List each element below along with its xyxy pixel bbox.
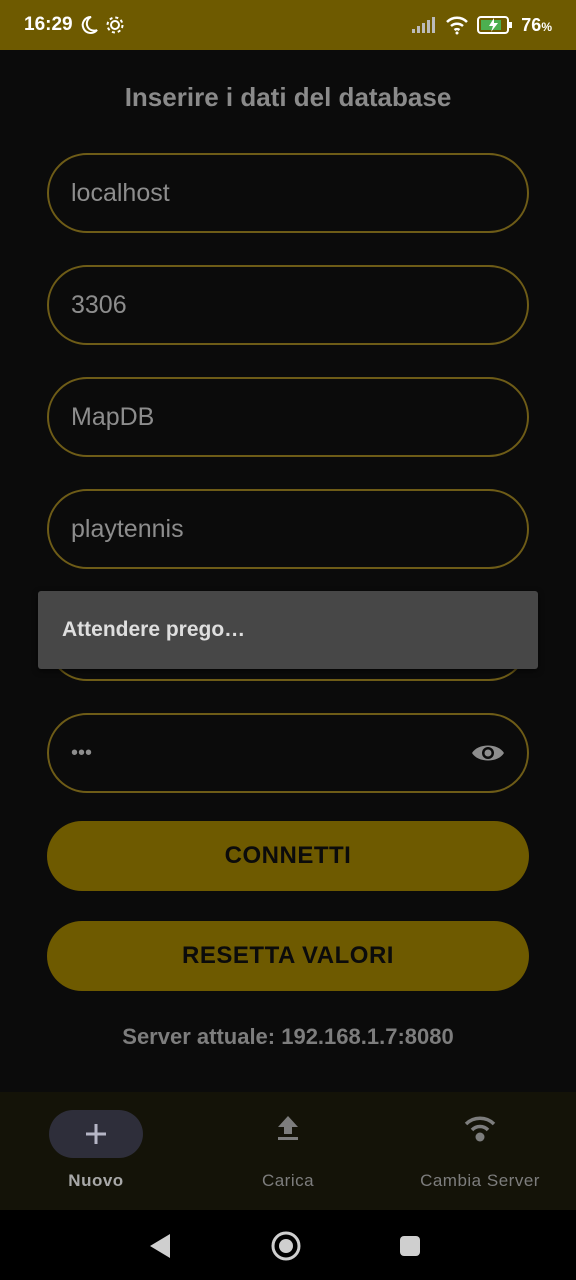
nav-label-nuovo: Nuovo bbox=[68, 1171, 124, 1190]
main-screen: Inserire i dati del database localhost 3… bbox=[0, 50, 576, 1210]
battery-level: 76% bbox=[521, 14, 552, 35]
recents-icon[interactable] bbox=[392, 1228, 428, 1264]
system-nav-bar bbox=[0, 1210, 576, 1280]
battery-charging-icon bbox=[477, 16, 513, 34]
eye-icon[interactable] bbox=[471, 741, 505, 765]
wifi-icon bbox=[464, 1116, 496, 1142]
nav-label-carica: Carica bbox=[261, 1171, 315, 1190]
bottom-nav: Nuovo Carica Cambia Server bbox=[0, 1092, 576, 1210]
active-indicator bbox=[49, 1110, 143, 1158]
plus-icon bbox=[86, 1124, 106, 1144]
nav-item-cambia-server[interactable]: Cambia Server bbox=[384, 1092, 576, 1210]
nav-item-carica[interactable]: Carica bbox=[192, 1092, 384, 1210]
password-value: ••• bbox=[71, 741, 93, 764]
password-field[interactable]: ••• bbox=[47, 713, 529, 793]
wifi-status-icon bbox=[446, 16, 469, 35]
clock: 16:29 bbox=[24, 14, 73, 35]
table-field[interactable]: playtennis bbox=[47, 489, 529, 569]
connect-button[interactable]: CONNETTI bbox=[47, 821, 529, 891]
nav-label-cambia-server: Cambia Server bbox=[420, 1171, 540, 1190]
back-icon[interactable] bbox=[142, 1228, 178, 1264]
status-indicators: 76% bbox=[411, 15, 552, 36]
nav-item-nuovo[interactable]: Nuovo bbox=[0, 1092, 192, 1210]
port-value: 3306 bbox=[71, 290, 127, 319]
host-field[interactable]: localhost bbox=[47, 153, 529, 233]
page-title: Inserire i dati del database bbox=[124, 82, 452, 112]
moon-icon bbox=[81, 15, 98, 34]
status-time-group: 16:29 bbox=[24, 14, 125, 36]
database-value: MapDB bbox=[71, 402, 155, 431]
host-value: localhost bbox=[71, 178, 170, 207]
signal-icon bbox=[412, 17, 436, 33]
gear-icon bbox=[106, 16, 124, 34]
table-value: playtennis bbox=[71, 514, 184, 543]
status-bar: 16:29 76% bbox=[0, 0, 576, 50]
progress-dialog: Attendere prego… bbox=[38, 591, 538, 669]
home-icon[interactable] bbox=[268, 1228, 304, 1264]
upload-icon bbox=[278, 1116, 298, 1140]
reset-button[interactable]: RESETTA VALORI bbox=[47, 921, 529, 991]
server-info: Server attuale: 192.168.1.7:8080 bbox=[122, 1024, 454, 1049]
database-field[interactable]: MapDB bbox=[47, 377, 529, 457]
port-field[interactable]: 3306 bbox=[47, 265, 529, 345]
dialog-message: Attendere prego… bbox=[62, 618, 246, 641]
